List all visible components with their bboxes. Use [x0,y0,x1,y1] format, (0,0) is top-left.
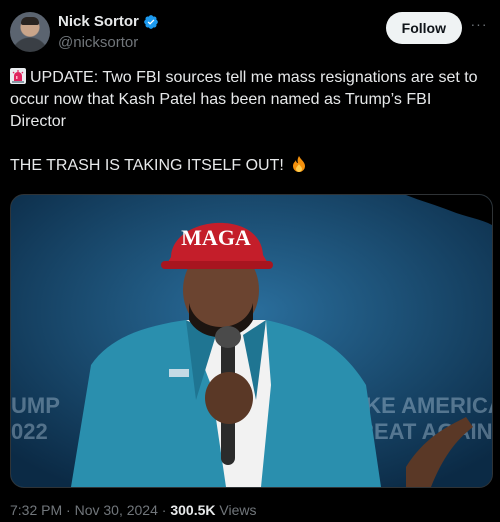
tweet-header: Nick Sortor @nicksortor Follow ··· [10,10,490,54]
media-illustration: UMP 022 MAKE AMERICA GREAT AGAIN MAGA [11,195,492,487]
views-label: Views [219,502,257,518]
banner-left-text-2: 022 [11,419,48,444]
meta-separator: · [161,502,167,518]
hand-left [205,372,253,424]
avatar[interactable] [10,12,50,52]
views-count: 300.5K [170,502,216,518]
tweet-metadata: 7:32 PM · Nov 30, 2024 · 300.5K Views [10,502,256,518]
more-options-icon[interactable]: ··· [468,16,490,36]
fire-icon [293,156,306,172]
author-block: Nick Sortor @nicksortor [58,13,159,51]
hat-text: MAGA [181,225,251,250]
tweet-media-image[interactable]: UMP 022 MAKE AMERICA GREAT AGAIN MAGA [10,194,493,488]
tweet-time[interactable]: 7:32 PM [10,502,62,518]
banner-left-text-1: UMP [11,393,60,418]
meta-separator: · [66,502,71,518]
author-display-name[interactable]: Nick Sortor [58,13,139,30]
tweet-paragraph-2: THE TRASH IS TAKING ITSELF OUT! [10,155,490,177]
author-name-row[interactable]: Nick Sortor [58,13,159,30]
verified-badge-icon [144,14,158,29]
tweet-line-1: UPDATE: Two FBI sources tell me mass res… [10,69,478,130]
tweet-date[interactable]: Nov 30, 2024 [75,502,158,518]
tweet-text: UPDATE: Two FBI sources tell me mass res… [10,67,490,177]
tweet-paragraph-1: UPDATE: Two FBI sources tell me mass res… [10,67,490,133]
author-handle[interactable]: @nicksortor [58,34,159,51]
tweet-line-2: THE TRASH IS TAKING ITSELF OUT! [10,157,284,174]
follow-button[interactable]: Follow [385,12,462,44]
siren-icon [10,68,26,84]
